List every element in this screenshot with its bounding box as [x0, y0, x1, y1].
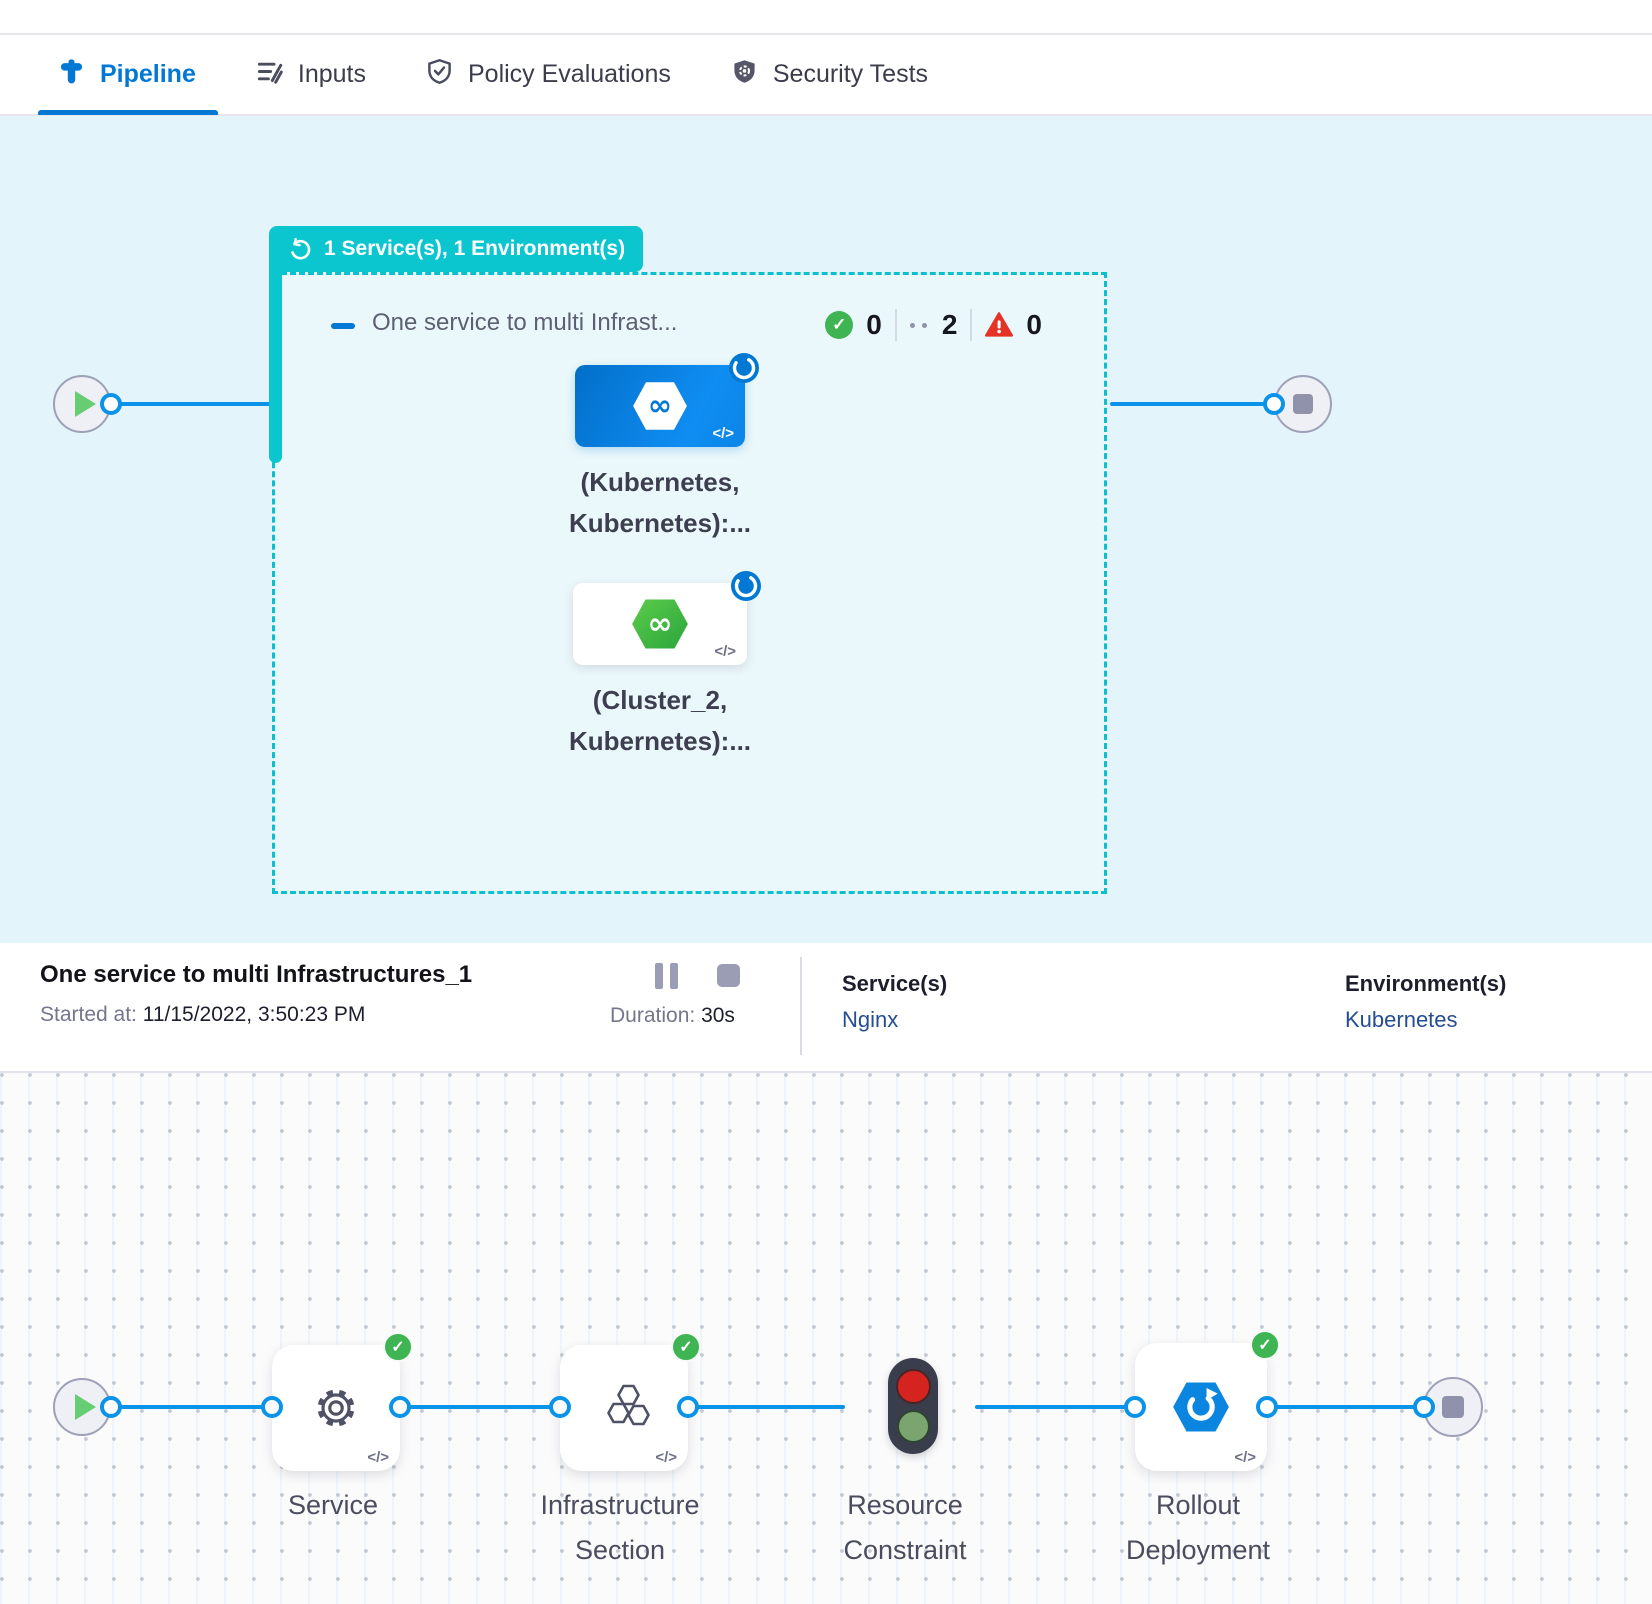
- success-check-icon: ✓: [383, 1332, 413, 1362]
- step-infrastructure[interactable]: ✓ </>: [560, 1345, 688, 1471]
- matrix-status-counts: ✓ 0 2 0: [825, 309, 1042, 341]
- tab-label: Security Tests: [773, 60, 928, 89]
- stop-icon: [1293, 394, 1313, 414]
- tab-pipeline[interactable]: Pipeline: [58, 58, 196, 92]
- stage-graph-area: 1 Service(s), 1 Environment(s) One servi…: [0, 116, 1652, 943]
- code-icon[interactable]: </>: [712, 425, 734, 442]
- matrix-node-cluster-2[interactable]: ∞ </>: [573, 583, 747, 665]
- running-dots-icon: [910, 323, 927, 328]
- pipeline-icon: [58, 58, 85, 92]
- connector-port: [549, 1396, 571, 1418]
- stage-name-title: One service to multi Infrastructures_1: [40, 961, 472, 989]
- running-count: 2: [942, 309, 958, 341]
- connector-line: [111, 402, 273, 406]
- duration: Duration: 30s: [610, 1004, 735, 1028]
- running-spinner-icon: [728, 352, 760, 384]
- play-icon: [75, 1394, 96, 1420]
- shield-check-icon: [426, 58, 453, 92]
- connector-port: [1124, 1396, 1146, 1418]
- connector-port: [100, 1396, 122, 1418]
- execution-canvas[interactable]: ✓ </> Service ✓ </> Infrastructure Secti…: [0, 1073, 1652, 1604]
- tab-security-tests[interactable]: Security Tests: [731, 58, 928, 92]
- tab-bar: Pipeline Inputs Policy Evaluations Secur…: [0, 35, 1652, 116]
- duration-value: 30s: [701, 1004, 735, 1027]
- failed-count: 0: [1026, 309, 1042, 341]
- harness-hexagon-logo: ∞: [632, 381, 688, 431]
- tab-policy-evaluations[interactable]: Policy Evaluations: [426, 58, 671, 92]
- top-strip: [0, 0, 1652, 35]
- started-at-value: 11/15/2022, 3:50:23 PM: [143, 1003, 366, 1026]
- success-check-icon: ✓: [671, 1332, 701, 1362]
- step-resource-constraint[interactable]: [888, 1358, 938, 1454]
- stop-icon: [1442, 1396, 1464, 1418]
- traffic-light-red: [896, 1369, 931, 1404]
- svg-text:∞: ∞: [647, 606, 672, 641]
- environments-value-link[interactable]: Kubernetes: [1345, 1007, 1458, 1033]
- traffic-light-green: [897, 1410, 930, 1443]
- running-spinner-icon: [730, 570, 762, 602]
- loop-icon: [287, 236, 313, 262]
- connector-port: [1413, 1396, 1435, 1418]
- connector-line: [1267, 1405, 1424, 1409]
- code-icon[interactable]: </>: [655, 1449, 677, 1466]
- environments-label: Environment(s): [1345, 971, 1506, 997]
- collapse-minus-icon[interactable]: [331, 323, 355, 329]
- harness-hexagon-logo-green: ∞: [631, 598, 689, 650]
- gear-icon: [311, 1383, 361, 1433]
- connector-port: [677, 1396, 699, 1418]
- success-count: 0: [866, 309, 882, 341]
- matrix-stage-badge-label: 1 Service(s), 1 Environment(s): [324, 237, 625, 261]
- code-icon[interactable]: </>: [367, 1449, 389, 1466]
- matrix-stage-badge[interactable]: 1 Service(s), 1 Environment(s): [269, 226, 643, 272]
- code-icon[interactable]: </>: [1234, 1449, 1256, 1466]
- svg-text:∞: ∞: [648, 388, 672, 422]
- pause-button[interactable]: [655, 963, 678, 989]
- connector-line: [688, 1405, 845, 1409]
- failed-count-icon: [985, 312, 1013, 338]
- divider: [970, 309, 972, 341]
- connector-line: [400, 1405, 560, 1409]
- stage-badge-tail: [269, 271, 282, 463]
- hexagons-icon: [598, 1384, 650, 1432]
- tab-inputs[interactable]: Inputs: [256, 58, 366, 92]
- matrix-node-label: (Cluster_2, Kubernetes):...: [500, 680, 820, 762]
- services-value-link[interactable]: Nginx: [842, 1007, 898, 1033]
- connector-port: [1263, 393, 1285, 415]
- success-check-icon: ✓: [1250, 1330, 1280, 1360]
- matrix-stage-title: One service to multi Infrast...: [372, 309, 677, 337]
- shield-gear-icon: [731, 58, 758, 92]
- connector-line: [111, 1405, 272, 1409]
- active-tab-underline: [38, 110, 218, 115]
- divider: [895, 309, 897, 341]
- tab-label: Policy Evaluations: [468, 60, 671, 89]
- connector-port: [100, 393, 122, 415]
- play-icon: [75, 391, 96, 417]
- stop-button[interactable]: [717, 964, 740, 987]
- step-rollout-deployment[interactable]: ✓ </>: [1135, 1343, 1267, 1471]
- step-label-rollout-deployment: Rollout Deployment: [1018, 1483, 1378, 1573]
- connector-line: [975, 1405, 1135, 1409]
- code-icon[interactable]: </>: [714, 643, 736, 660]
- connector-port: [1256, 1396, 1278, 1418]
- started-at: Started at: 11/15/2022, 3:50:23 PM: [40, 1003, 365, 1027]
- success-count-icon: ✓: [825, 311, 853, 339]
- connector-line: [1110, 402, 1274, 406]
- connector-port: [389, 1396, 411, 1418]
- execution-details-bar: One service to multi Infrastructures_1 S…: [0, 943, 1652, 1073]
- connector-port: [261, 1396, 283, 1418]
- matrix-node-label: (Kubernetes, Kubernetes):...: [500, 462, 820, 544]
- tab-label: Inputs: [298, 60, 366, 89]
- step-service[interactable]: ✓ </>: [272, 1345, 400, 1471]
- inputs-icon: [256, 58, 283, 92]
- tab-label: Pipeline: [100, 60, 196, 89]
- matrix-node-kubernetes[interactable]: ∞ </>: [575, 365, 745, 447]
- rollout-deployment-icon: [1172, 1381, 1230, 1433]
- divider: [800, 957, 802, 1055]
- services-label: Service(s): [842, 971, 947, 997]
